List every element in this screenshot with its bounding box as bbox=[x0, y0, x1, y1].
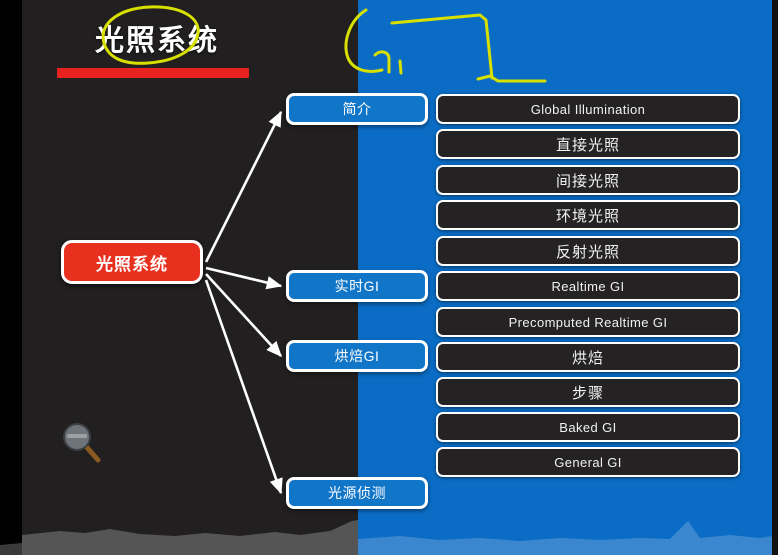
branch-node-realtime-gi[interactable]: 实时GI bbox=[286, 270, 428, 302]
leaf-box-ambient-light[interactable]: 环境光照 bbox=[436, 200, 740, 230]
branch-node-baked-gi[interactable]: 烘焙GI bbox=[286, 340, 428, 372]
branch-node-light-probe[interactable]: 光源侦测 bbox=[286, 477, 428, 509]
root-node-lighting-system[interactable]: 光照系统 bbox=[61, 240, 203, 284]
magnifier-icon bbox=[63, 423, 101, 463]
leaf-box-baked-gi[interactable]: Baked GI bbox=[436, 412, 740, 442]
leaf-box-general-gi[interactable]: General GI bbox=[436, 447, 740, 477]
leaf-box-indirect-light[interactable]: 间接光照 bbox=[436, 165, 740, 195]
leaf-box-global-illumination[interactable]: Global Illumination bbox=[436, 94, 740, 124]
right-edge-letterbox bbox=[772, 0, 778, 555]
branch-node-intro[interactable]: 简介 bbox=[286, 93, 428, 125]
slide-canvas: 光照系统 光照系统 简介 实时GI 烘焙GI 光源侦测 Global Illum… bbox=[0, 0, 778, 555]
leaf-box-reflected-light[interactable]: 反射光照 bbox=[436, 236, 740, 266]
title-underline-rule bbox=[57, 68, 249, 78]
page-title: 光照系统 bbox=[95, 25, 220, 57]
leaf-box-baking[interactable]: 烘焙 bbox=[436, 342, 740, 372]
leaf-box-precomputed-realtime-gi[interactable]: Precomputed Realtime GI bbox=[436, 307, 740, 337]
leaf-box-steps[interactable]: 步骤 bbox=[436, 377, 740, 407]
leaf-box-realtime-gi[interactable]: Realtime GI bbox=[436, 271, 740, 301]
leaf-box-direct-light[interactable]: 直接光照 bbox=[436, 129, 740, 159]
